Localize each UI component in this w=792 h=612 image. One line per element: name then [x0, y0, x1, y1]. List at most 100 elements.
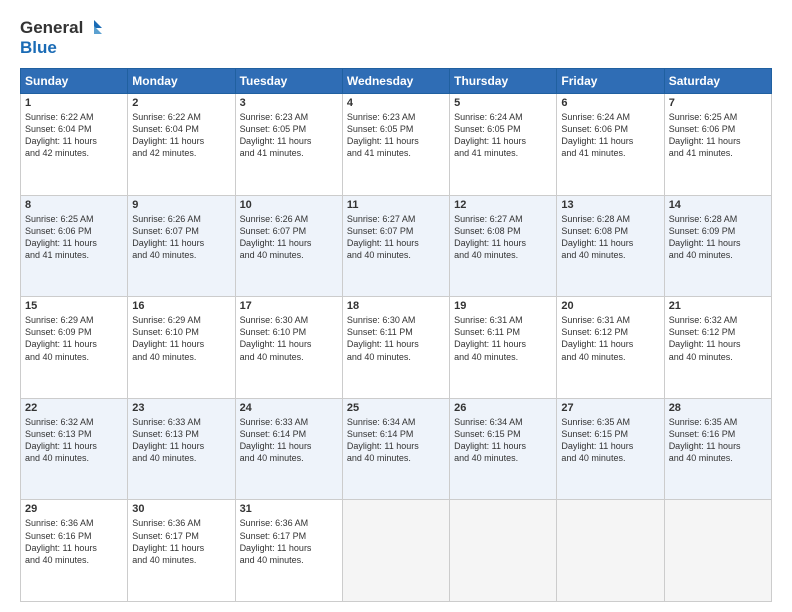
day-info: Sunrise: 6:35 AM Sunset: 6:16 PM Dayligh… — [669, 416, 767, 465]
header: General Blue — [20, 18, 772, 58]
day-info: Sunrise: 6:22 AM Sunset: 6:04 PM Dayligh… — [25, 111, 123, 160]
day-info: Sunrise: 6:34 AM Sunset: 6:14 PM Dayligh… — [347, 416, 445, 465]
day-cell: 22 Sunrise: 6:32 AM Sunset: 6:13 PM Dayli… — [21, 398, 128, 500]
day-cell: 24 Sunrise: 6:33 AM Sunset: 6:14 PM Dayli… — [235, 398, 342, 500]
day-cell — [342, 500, 449, 602]
day-number: 10 — [240, 199, 338, 211]
day-info: Sunrise: 6:34 AM Sunset: 6:15 PM Dayligh… — [454, 416, 552, 465]
day-number: 26 — [454, 402, 552, 414]
day-info: Sunrise: 6:29 AM Sunset: 6:10 PM Dayligh… — [132, 314, 230, 363]
day-number: 17 — [240, 300, 338, 312]
day-cell: 12Sunrise: 6:27 AM Sunset: 6:08 PM Dayli… — [450, 195, 557, 297]
day-number: 13 — [561, 199, 659, 211]
day-cell: 23 Sunrise: 6:33 AM Sunset: 6:13 PM Dayli… — [128, 398, 235, 500]
day-cell: 28 Sunrise: 6:35 AM Sunset: 6:16 PM Dayli… — [664, 398, 771, 500]
day-info: Sunrise: 6:33 AM Sunset: 6:14 PM Dayligh… — [240, 416, 338, 465]
day-number: 31 — [240, 503, 338, 515]
day-info: Sunrise: 6:35 AM Sunset: 6:15 PM Dayligh… — [561, 416, 659, 465]
day-number: 25 — [347, 402, 445, 414]
day-cell: 9 Sunrise: 6:26 AM Sunset: 6:07 PM Daylig… — [128, 195, 235, 297]
day-number: 28 — [669, 402, 767, 414]
day-cell — [450, 500, 557, 602]
day-number: 7 — [669, 97, 767, 109]
day-info: Sunrise: 6:22 AM Sunset: 6:04 PM Dayligh… — [132, 111, 230, 160]
day-cell: 6 Sunrise: 6:24 AM Sunset: 6:06 PM Daylig… — [557, 94, 664, 196]
day-info: Sunrise: 6:30 AM Sunset: 6:11 PM Dayligh… — [347, 314, 445, 363]
day-info: Sunrise: 6:36 AM Sunset: 6:17 PM Dayligh… — [132, 517, 230, 566]
day-number: 23 — [132, 402, 230, 414]
day-number: 20 — [561, 300, 659, 312]
day-info: Sunrise: 6:23 AM Sunset: 6:05 PM Dayligh… — [347, 111, 445, 160]
day-info: Sunrise: 6:24 AM Sunset: 6:06 PM Dayligh… — [561, 111, 659, 160]
day-info: Sunrise: 6:31 AM Sunset: 6:12 PM Dayligh… — [561, 314, 659, 363]
day-cell: 7Sunrise: 6:25 AM Sunset: 6:06 PM Daylig… — [664, 94, 771, 196]
day-number: 30 — [132, 503, 230, 515]
day-info: Sunrise: 6:32 AM Sunset: 6:12 PM Dayligh… — [669, 314, 767, 363]
day-cell: 1 Sunrise: 6:22 AM Sunset: 6:04 PM Daylig… — [21, 94, 128, 196]
day-number: 29 — [25, 503, 123, 515]
day-cell: 10 Sunrise: 6:26 AM Sunset: 6:07 PM Dayli… — [235, 195, 342, 297]
day-number: 8 — [25, 199, 123, 211]
day-number: 4 — [347, 97, 445, 109]
day-info: Sunrise: 6:23 AM Sunset: 6:05 PM Dayligh… — [240, 111, 338, 160]
column-header-friday: Friday — [557, 69, 664, 94]
day-info: Sunrise: 6:26 AM Sunset: 6:07 PM Dayligh… — [132, 213, 230, 262]
column-header-thursday: Thursday — [450, 69, 557, 94]
day-number: 22 — [25, 402, 123, 414]
day-info: Sunrise: 6:31 AM Sunset: 6:11 PM Dayligh… — [454, 314, 552, 363]
week-row-1: 1 Sunrise: 6:22 AM Sunset: 6:04 PM Daylig… — [21, 94, 772, 196]
day-cell: 3Sunrise: 6:23 AM Sunset: 6:05 PM Daylig… — [235, 94, 342, 196]
header-row: SundayMondayTuesdayWednesdayThursdayFrid… — [21, 69, 772, 94]
day-cell: 5 Sunrise: 6:24 AM Sunset: 6:05 PM Daylig… — [450, 94, 557, 196]
logo-arrow-icon — [84, 18, 104, 38]
day-number: 18 — [347, 300, 445, 312]
day-cell — [557, 500, 664, 602]
day-info: Sunrise: 6:28 AM Sunset: 6:09 PM Dayligh… — [669, 213, 767, 262]
day-info: Sunrise: 6:36 AM Sunset: 6:17 PM Dayligh… — [240, 517, 338, 566]
day-number: 11 — [347, 199, 445, 211]
day-cell: 31 Sunrise: 6:36 AM Sunset: 6:17 PM Dayli… — [235, 500, 342, 602]
day-cell: 16 Sunrise: 6:29 AM Sunset: 6:10 PM Dayli… — [128, 297, 235, 399]
week-row-5: 29Sunrise: 6:36 AM Sunset: 6:16 PM Dayli… — [21, 500, 772, 602]
day-cell: 21 Sunrise: 6:32 AM Sunset: 6:12 PM Dayli… — [664, 297, 771, 399]
day-cell: 15 Sunrise: 6:29 AM Sunset: 6:09 PM Dayli… — [21, 297, 128, 399]
day-cell: 19Sunrise: 6:31 AM Sunset: 6:11 PM Dayli… — [450, 297, 557, 399]
day-info: Sunrise: 6:27 AM Sunset: 6:08 PM Dayligh… — [454, 213, 552, 262]
day-info: Sunrise: 6:27 AM Sunset: 6:07 PM Dayligh… — [347, 213, 445, 262]
day-cell: 25 Sunrise: 6:34 AM Sunset: 6:14 PM Dayli… — [342, 398, 449, 500]
day-number: 24 — [240, 402, 338, 414]
day-number: 9 — [132, 199, 230, 211]
day-number: 5 — [454, 97, 552, 109]
week-row-2: 8 Sunrise: 6:25 AM Sunset: 6:06 PM Daylig… — [21, 195, 772, 297]
day-cell: 18 Sunrise: 6:30 AM Sunset: 6:11 PM Dayli… — [342, 297, 449, 399]
day-cell: 4 Sunrise: 6:23 AM Sunset: 6:05 PM Daylig… — [342, 94, 449, 196]
day-info: Sunrise: 6:24 AM Sunset: 6:05 PM Dayligh… — [454, 111, 552, 160]
day-cell: 14Sunrise: 6:28 AM Sunset: 6:09 PM Dayli… — [664, 195, 771, 297]
logo-blue-text: Blue — [20, 38, 57, 57]
day-cell — [664, 500, 771, 602]
day-info: Sunrise: 6:30 AM Sunset: 6:10 PM Dayligh… — [240, 314, 338, 363]
day-number: 1 — [25, 97, 123, 109]
day-cell: 26 Sunrise: 6:34 AM Sunset: 6:15 PM Dayli… — [450, 398, 557, 500]
day-info: Sunrise: 6:29 AM Sunset: 6:09 PM Dayligh… — [25, 314, 123, 363]
day-cell: 17 Sunrise: 6:30 AM Sunset: 6:10 PM Dayli… — [235, 297, 342, 399]
day-cell: 8 Sunrise: 6:25 AM Sunset: 6:06 PM Daylig… — [21, 195, 128, 297]
week-row-3: 15 Sunrise: 6:29 AM Sunset: 6:09 PM Dayli… — [21, 297, 772, 399]
day-cell: 29Sunrise: 6:36 AM Sunset: 6:16 PM Dayli… — [21, 500, 128, 602]
logo-general-text: General — [20, 18, 83, 38]
day-cell: 27Sunrise: 6:35 AM Sunset: 6:15 PM Dayli… — [557, 398, 664, 500]
day-number: 21 — [669, 300, 767, 312]
day-info: Sunrise: 6:33 AM Sunset: 6:13 PM Dayligh… — [132, 416, 230, 465]
day-cell: 20 Sunrise: 6:31 AM Sunset: 6:12 PM Dayli… — [557, 297, 664, 399]
column-header-wednesday: Wednesday — [342, 69, 449, 94]
day-number: 6 — [561, 97, 659, 109]
day-number: 16 — [132, 300, 230, 312]
day-number: 15 — [25, 300, 123, 312]
day-info: Sunrise: 6:25 AM Sunset: 6:06 PM Dayligh… — [25, 213, 123, 262]
day-info: Sunrise: 6:26 AM Sunset: 6:07 PM Dayligh… — [240, 213, 338, 262]
day-cell: 13 Sunrise: 6:28 AM Sunset: 6:08 PM Dayli… — [557, 195, 664, 297]
page: General Blue SundayMondayTuesdayWednesda… — [0, 0, 792, 612]
day-info: Sunrise: 6:32 AM Sunset: 6:13 PM Dayligh… — [25, 416, 123, 465]
column-header-sunday: Sunday — [21, 69, 128, 94]
day-info: Sunrise: 6:28 AM Sunset: 6:08 PM Dayligh… — [561, 213, 659, 262]
